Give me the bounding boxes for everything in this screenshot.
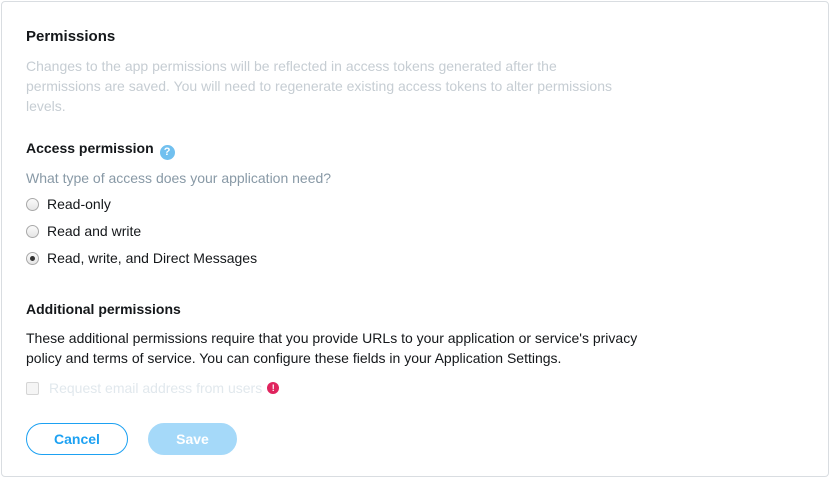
permissions-title: Permissions bbox=[26, 28, 116, 45]
permissions-card: Permissions Changes to the app permissio… bbox=[1, 1, 829, 477]
radio-read-write-dm-button[interactable] bbox=[26, 251, 39, 265]
radio-read-only-button[interactable] bbox=[26, 197, 39, 211]
request-email-checkbox[interactable] bbox=[26, 381, 39, 395]
radio-read-write-button[interactable] bbox=[26, 224, 39, 238]
save-button[interactable]: Save bbox=[148, 423, 237, 455]
radio-read-write[interactable]: Read and write bbox=[26, 221, 141, 241]
exclamation-icon[interactable]: ! bbox=[267, 382, 280, 394]
cancel-button[interactable]: Cancel bbox=[26, 423, 128, 455]
access-permission-heading: Access permission? bbox=[26, 140, 175, 160]
access-question: What type of access does your applicatio… bbox=[26, 170, 332, 186]
additional-permissions-description: These additional permissions require tha… bbox=[26, 330, 638, 366]
radio-read-write-dm-label: Read, write, and Direct Messages bbox=[47, 250, 258, 266]
radio-read-write-dm[interactable]: Read, write, and Direct Messages bbox=[26, 248, 257, 268]
radio-read-only[interactable]: Read-only bbox=[26, 194, 111, 214]
request-email-label: Request email address from users bbox=[49, 380, 263, 396]
radio-read-only-label: Read-only bbox=[47, 196, 111, 212]
access-permission-title: Access permission bbox=[26, 140, 154, 156]
additional-permissions-title: Additional permissions bbox=[26, 301, 181, 317]
request-email-checkbox-row[interactable]: Request email address from users ! bbox=[26, 378, 280, 398]
question-mark-icon[interactable]: ? bbox=[159, 145, 175, 160]
radio-read-write-label: Read and write bbox=[47, 223, 142, 239]
permissions-description: Changes to the app permissions will be r… bbox=[26, 58, 612, 114]
